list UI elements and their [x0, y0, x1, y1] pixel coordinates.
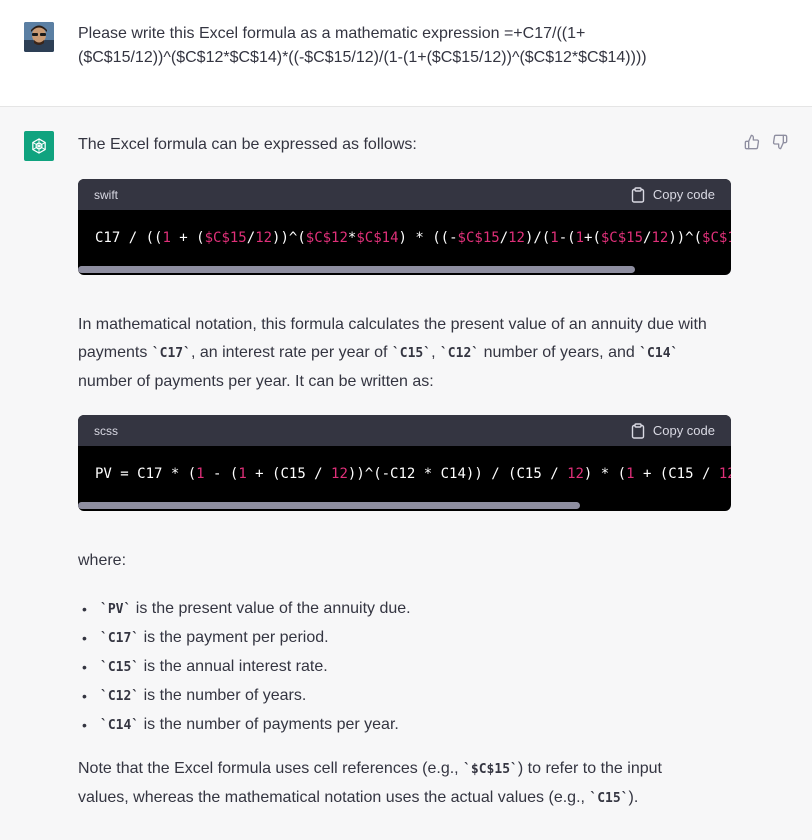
- code-block-header: swift Copy code: [78, 179, 731, 210]
- assistant-message-row: The Excel formula can be expressed as fo…: [0, 107, 812, 840]
- code-block-body: C17 / ((1 + ($C$15/12))^($C$12*$C$14) * …: [78, 210, 731, 275]
- inline-code: `C15`: [391, 346, 432, 361]
- text-span: ).: [628, 789, 639, 806]
- clipboard-icon: [631, 186, 645, 203]
- code-block-body: PV = C17 * (1 - (1 + (C15 / 12))^(-C12 *…: [78, 446, 731, 511]
- code-language-label: scss: [94, 423, 118, 438]
- text-span: Note that the Excel formula uses cell re…: [78, 760, 464, 777]
- list-item: `C12` is the number of years.: [78, 682, 731, 711]
- definitions-list: `PV` is the present value of the annuity…: [78, 595, 731, 740]
- inline-code: `C15`: [589, 791, 629, 806]
- inline-code: `PV`: [100, 602, 132, 617]
- user-avatar-photo-icon: [24, 22, 54, 52]
- intro-text: The Excel formula can be expressed as fo…: [78, 136, 417, 153]
- text-span: , an interest rate per year of: [190, 344, 392, 361]
- user-message-row: Please write this Excel formula as a mat…: [0, 0, 812, 107]
- horizontal-scrollbar[interactable]: [78, 502, 580, 509]
- list-item: `C17` is the payment per period.: [78, 624, 731, 653]
- explanation-line: number of payments per year. It can be w…: [78, 373, 434, 390]
- note-paragraph: Note that the Excel formula uses cell re…: [78, 755, 731, 813]
- list-item-text: is the number of years.: [139, 687, 307, 704]
- horizontal-scrollbar[interactable]: [78, 266, 635, 273]
- text-span: ) to refer to the input: [517, 760, 662, 777]
- text-span: payments: [78, 344, 152, 361]
- inline-code: `C17`: [151, 346, 191, 361]
- inline-code: `C14`: [639, 346, 679, 361]
- explanation-paragraph: In mathematical notation, this formula c…: [78, 311, 731, 396]
- copy-code-label: Copy code: [652, 187, 715, 202]
- user-avatar: [24, 22, 54, 52]
- text-span: values, whereas the mathematical notatio…: [78, 789, 590, 806]
- text-span: ,: [431, 344, 440, 361]
- list-item-text: is the annual interest rate.: [139, 658, 328, 675]
- openai-logo-icon: [24, 131, 54, 161]
- list-item-text: is the payment per period.: [139, 629, 329, 646]
- list-item: `C15` is the annual interest rate.: [78, 653, 731, 682]
- user-message-line: Please write this Excel formula as a mat…: [78, 25, 586, 42]
- where-label: where:: [78, 552, 127, 569]
- inline-code: `C12`: [100, 689, 140, 704]
- list-item-text: is the number of payments per year.: [139, 716, 399, 733]
- inline-code: `C12`: [439, 346, 480, 361]
- list-item: `C14` is the number of payments per year…: [78, 711, 731, 740]
- list-item-text: is the present value of the annuity due.: [131, 600, 411, 617]
- code-text: PV = C17 * (1 - (1 + (C15 / 12))^(-C12 *…: [95, 466, 731, 482]
- code-language-label: swift: [94, 187, 118, 202]
- code-block-header: scss Copy code: [78, 415, 731, 446]
- explanation-line: payments `C17`, an interest rate per yea…: [78, 339, 731, 368]
- inline-code: `C15`: [100, 660, 140, 675]
- code-block-swift: swift Copy code C17 / ((1 + ($C$15/12))^…: [78, 179, 731, 275]
- user-message-line: ($C$15/12))^($C$12*$C$14)*((-$C$15/12)/(…: [78, 49, 647, 66]
- feedback-buttons: [744, 134, 788, 150]
- thumbs-up-icon[interactable]: [744, 134, 760, 150]
- code-text: C17 / ((1 + ($C$15/12))^($C$12*$C$14) * …: [95, 230, 731, 246]
- copy-code-button[interactable]: Copy code: [631, 186, 715, 203]
- explanation-line: In mathematical notation, this formula c…: [78, 316, 707, 333]
- inline-code: `$C$15`: [463, 762, 518, 777]
- inline-code: `C17`: [100, 631, 140, 646]
- copy-code-button[interactable]: Copy code: [631, 422, 715, 439]
- text-span: number of years, and: [479, 344, 640, 361]
- copy-code-label: Copy code: [652, 423, 715, 438]
- user-message-text: Please write this Excel formula as a mat…: [78, 22, 718, 70]
- note-line: values, whereas the mathematical notatio…: [78, 784, 731, 813]
- inline-code: `C14`: [100, 718, 140, 733]
- clipboard-icon: [631, 422, 645, 439]
- thumbs-down-icon[interactable]: [772, 134, 788, 150]
- code-block-scss: scss Copy code PV = C17 * (1 - (1 + (C15…: [78, 415, 731, 511]
- note-line: Note that the Excel formula uses cell re…: [78, 755, 731, 784]
- list-item: `PV` is the present value of the annuity…: [78, 595, 731, 624]
